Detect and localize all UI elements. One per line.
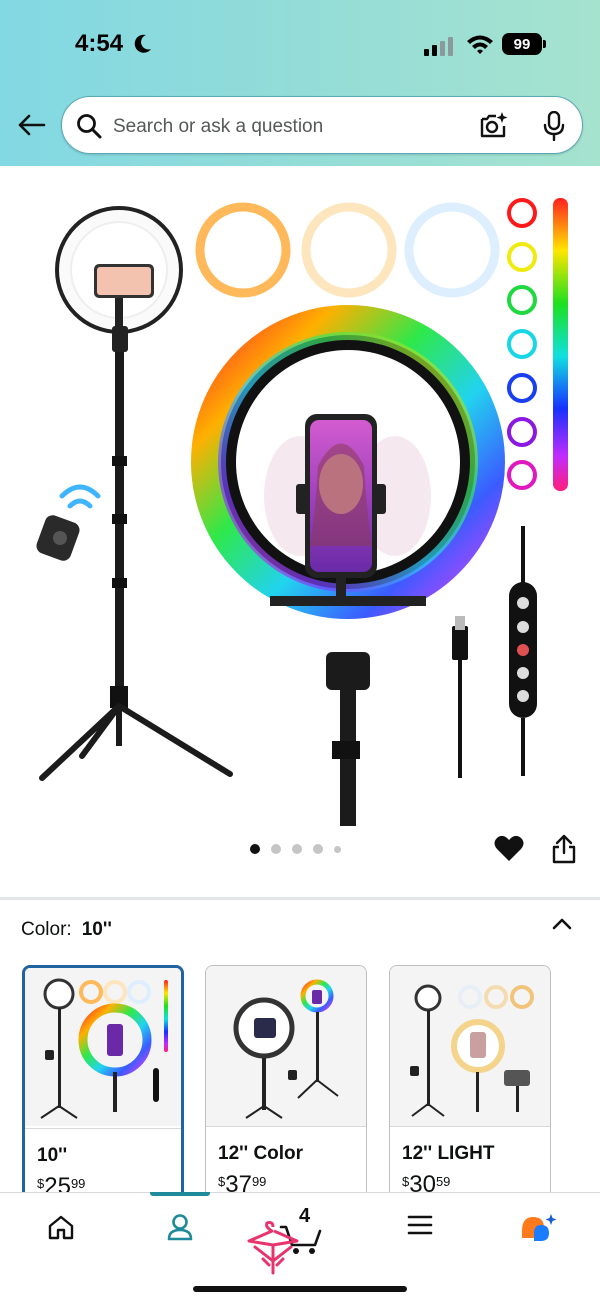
status-time: 4:54	[75, 30, 124, 57]
variant-separator	[206, 1126, 366, 1127]
variant-12in-light-image	[410, 984, 534, 1117]
menu-icon[interactable]	[407, 1213, 433, 1237]
battery-tip	[543, 40, 546, 48]
cart-count-badge: 4	[299, 1205, 311, 1227]
pagination-dot[interactable]	[292, 844, 302, 854]
color-selected-value: 10''	[81, 919, 112, 940]
arrow-left-icon	[18, 114, 46, 136]
variant-name: 10''	[37, 1145, 68, 1166]
heart-icon[interactable]	[494, 834, 524, 862]
variant-10in-image	[40, 978, 168, 1119]
variant-name: 12'' Color	[218, 1143, 304, 1164]
pagination-dot[interactable]	[271, 844, 281, 854]
color-selector-header: Color: 10''	[21, 919, 112, 941]
price-currency: $	[218, 1174, 226, 1189]
pagination-dot[interactable]	[250, 844, 260, 854]
search-input[interactable]: Search or ask a question	[113, 116, 323, 138]
search-bar[interactable]: Search or ask a question	[61, 96, 583, 154]
wifi-icon	[467, 35, 493, 54]
variant-separator	[390, 1126, 550, 1127]
battery-indicator: 99	[502, 33, 542, 55]
moon-icon	[134, 34, 151, 53]
active-tab-indicator	[150, 1192, 210, 1196]
home-icon[interactable]	[47, 1213, 75, 1241]
app-header: 4:54 99 Search or ask a question	[0, 0, 600, 166]
cellular-signal-icon	[424, 37, 453, 56]
chevron-up-icon[interactable]	[551, 915, 573, 933]
account-icon[interactable]	[167, 1213, 193, 1241]
microphone-icon[interactable]	[542, 111, 566, 141]
variant-card-12in-light[interactable]: 12'' LIGHT $3059	[389, 965, 551, 1205]
variant-separator	[25, 1128, 181, 1129]
variant-card-12in-color[interactable]: 12'' Color $3799	[205, 965, 367, 1205]
rufus-assistant-icon[interactable]	[519, 1213, 557, 1245]
ring-light-product-photo	[36, 198, 568, 826]
home-indicator-bar	[193, 1286, 407, 1292]
camera-search-icon[interactable]	[479, 111, 509, 139]
variant-12in-color-image	[233, 979, 339, 1119]
price-currency: $	[402, 1174, 410, 1189]
variant-card-10in[interactable]: 10'' $2599	[22, 965, 184, 1205]
variant-thumbnail	[206, 966, 366, 1126]
image-pagination[interactable]	[250, 844, 341, 854]
pagination-dot[interactable]	[313, 844, 323, 854]
status-bar: 4:54 99	[0, 0, 600, 90]
share-icon[interactable]	[551, 834, 577, 864]
section-divider	[0, 897, 600, 900]
color-label: Color:	[21, 919, 72, 940]
cart-icon[interactable]	[245, 1201, 325, 1285]
variant-thumbnail	[25, 968, 181, 1126]
price-fraction: 99	[251, 1174, 267, 1189]
search-icon	[77, 114, 102, 139]
back-button[interactable]	[14, 110, 48, 140]
variant-thumbnail	[390, 966, 550, 1126]
price-fraction: 59	[435, 1174, 451, 1189]
pagination-dot[interactable]	[334, 845, 341, 853]
price-fraction: 99	[70, 1176, 86, 1191]
price-currency: $	[37, 1176, 45, 1191]
variant-name: 12'' LIGHT	[402, 1143, 495, 1164]
product-image[interactable]	[0, 166, 600, 826]
